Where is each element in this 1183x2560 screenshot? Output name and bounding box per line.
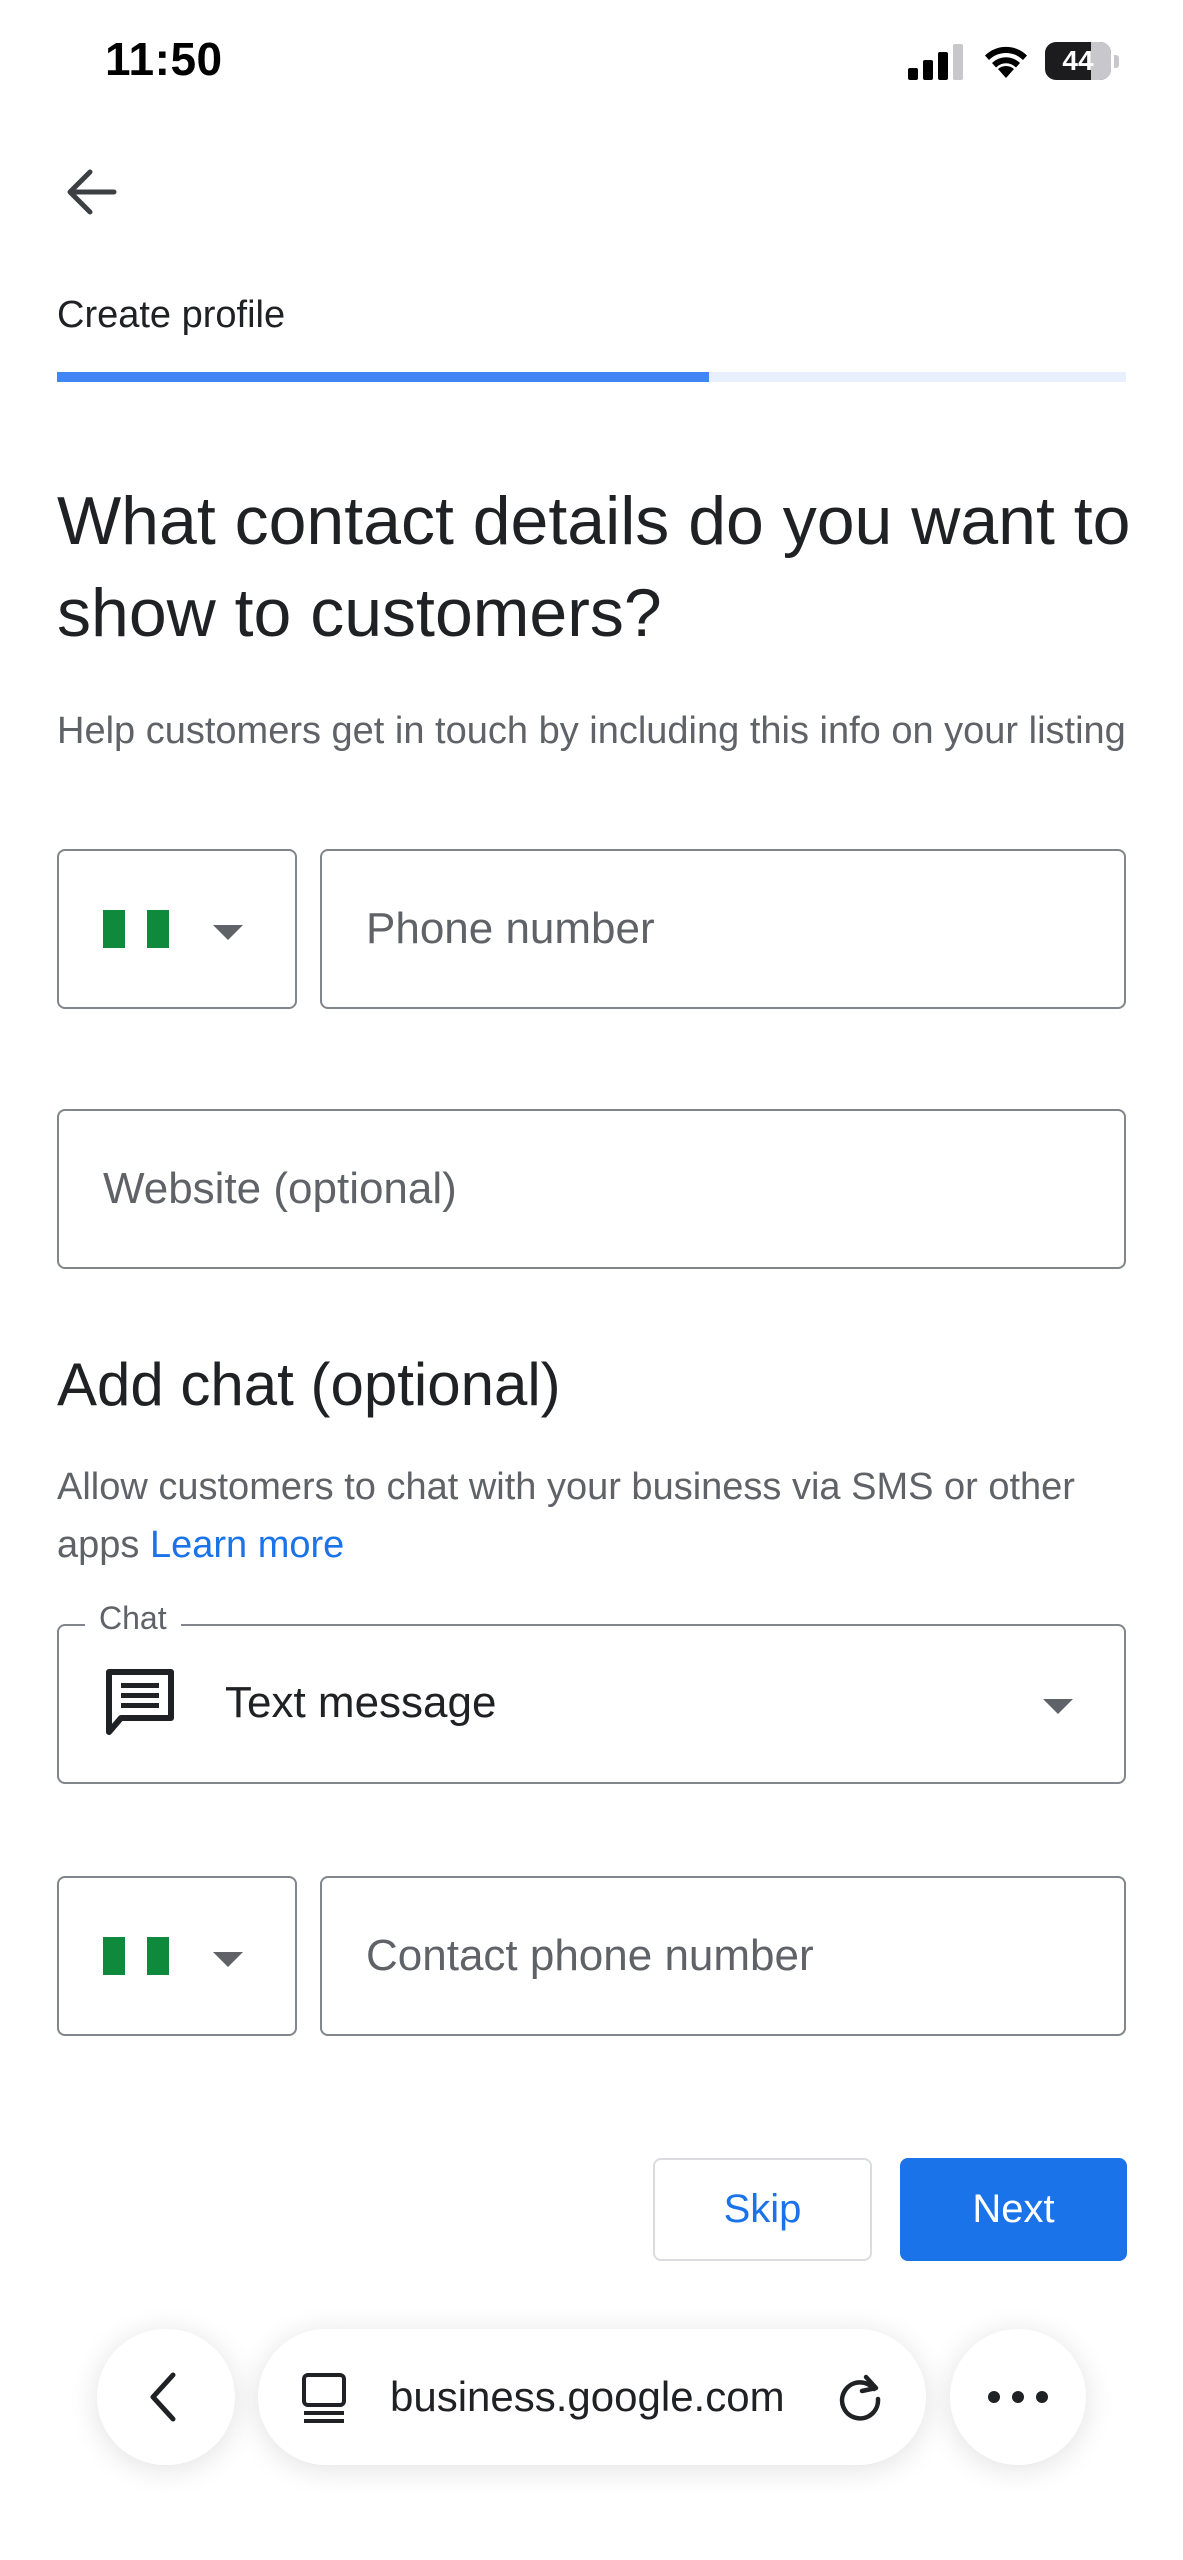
phone-number-field[interactable]	[320, 849, 1126, 1009]
page-heading: What contact details do you want to show…	[57, 483, 1131, 651]
contact-country-selector[interactable]	[57, 1876, 297, 2036]
progress-fill	[57, 372, 710, 382]
tab-overview-icon	[302, 2373, 346, 2423]
phone-number-input[interactable]	[366, 851, 1098, 1007]
phone-country-selector[interactable]	[57, 849, 297, 1009]
cellular-signal-icon	[908, 44, 963, 80]
next-button[interactable]: Next	[900, 2158, 1127, 2261]
nigeria-flag-icon	[103, 910, 169, 948]
nigeria-flag-icon	[103, 1937, 169, 1975]
chat-field-label: Chat	[85, 1600, 181, 1637]
battery-level: 44	[1062, 45, 1094, 76]
browser-back-button[interactable]	[97, 2329, 235, 2465]
more-horizontal-icon	[988, 2391, 1048, 2403]
address-bar[interactable]: business.google.com	[258, 2329, 926, 2465]
chat-selected-value: Text message	[225, 1678, 497, 1727]
chevron-left-icon	[150, 2372, 176, 2422]
back-arrow-icon[interactable]	[60, 162, 120, 222]
battery-icon: 44	[1045, 42, 1121, 82]
learn-more-link[interactable]: Learn more	[150, 1524, 344, 1566]
url-text: business.google.com	[390, 2373, 785, 2420]
progress-bar	[57, 372, 1126, 382]
step-title: Create profile	[57, 294, 286, 336]
page-description: Help customers get in touch by including…	[57, 710, 1126, 752]
browser-more-button[interactable]	[950, 2329, 1086, 2465]
dropdown-caret-icon	[213, 1952, 243, 1967]
message-icon	[106, 1669, 174, 1735]
chat-heading: Add chat (optional)	[57, 1351, 561, 1418]
contact-phone-input[interactable]	[366, 1878, 1098, 2034]
dropdown-caret-icon	[213, 925, 243, 940]
skip-button[interactable]: Skip	[653, 2158, 872, 2261]
website-field[interactable]	[57, 1109, 1126, 1269]
chat-description: Allow customers to chat with your busine…	[57, 1458, 1127, 1574]
wifi-icon	[985, 46, 1027, 78]
status-time: 11:50	[105, 33, 223, 85]
chat-type-select[interactable]: Chat Text message	[57, 1600, 1126, 1784]
website-input[interactable]	[103, 1111, 1098, 1267]
dropdown-caret-icon	[1043, 1699, 1073, 1714]
contact-phone-field[interactable]	[320, 1876, 1126, 2036]
reload-icon[interactable]	[834, 2371, 886, 2423]
